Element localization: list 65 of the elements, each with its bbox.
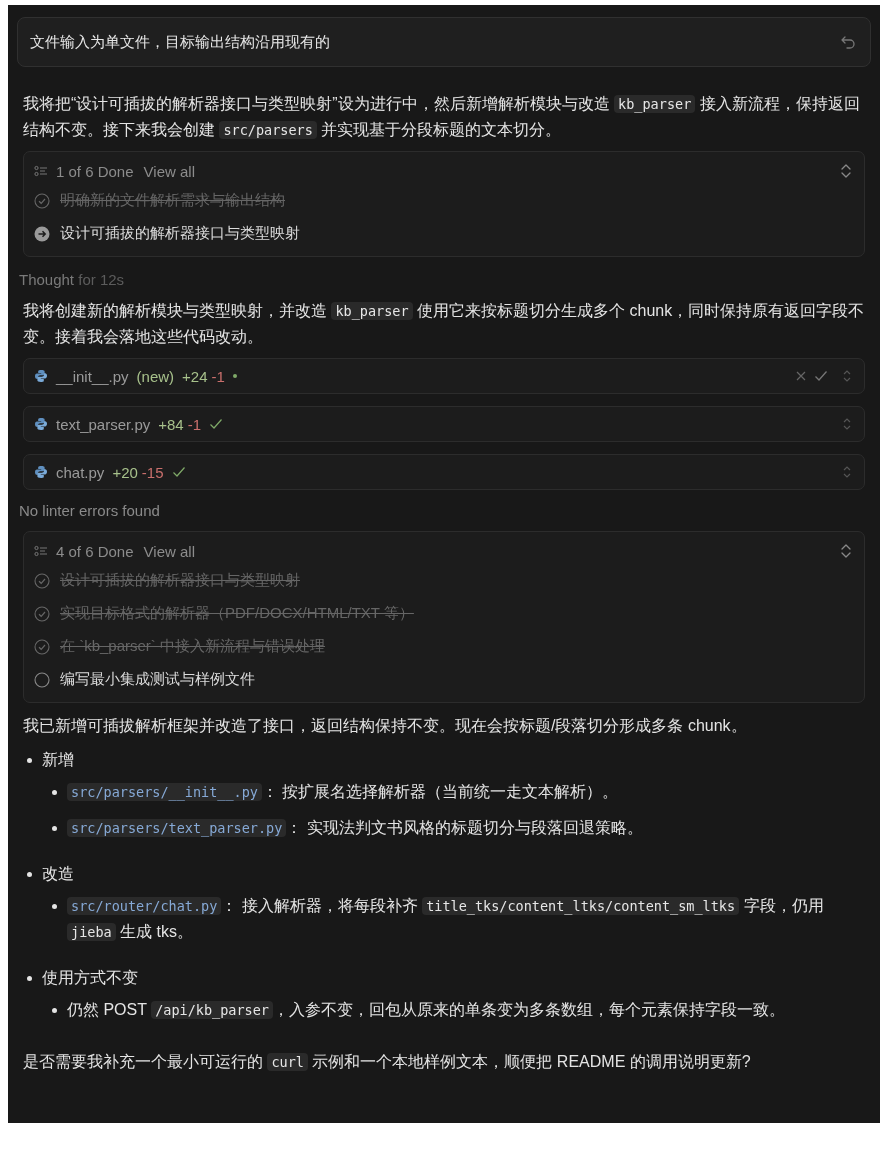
prompt-box[interactable]: 文件输入为单文件，目标输出结构沿用现有的	[17, 17, 871, 68]
file-name: __init__.py	[56, 367, 129, 385]
lines-added: +24	[182, 367, 208, 385]
list-item-text: src/parsers/text_parser.py ： 实现法判文书风格的标题切分与段落回退策略。	[67, 815, 643, 841]
check-circle-icon	[34, 192, 50, 209]
todo-summary: 1 of 6 Done	[56, 162, 134, 180]
bullet-icon	[52, 904, 57, 909]
message-paragraph: 是否需要我补充一个最小可运行的 curl 示例和一个本地样例文本，顺便把 README 的调用说明更新?	[23, 1052, 752, 1074]
list-item-text: 仍然 POST /api/kb_parser ，入参不变，回包从原来的单条变为多条数组，每个元素保持字段一致。	[67, 1000, 785, 1022]
file-name: text_parser.py	[56, 415, 151, 433]
bullet-icon	[52, 826, 57, 831]
list-item-text: src/parsers/__init__.py ： 按扩展名选择解析器（当前统一走文本解析）。	[67, 779, 619, 805]
lines-added: +84	[158, 415, 184, 433]
check-circle-icon	[34, 572, 50, 589]
expand-icon[interactable]	[840, 543, 852, 559]
python-icon	[34, 465, 48, 480]
message-paragraph: 我将把“设计可插拔的解析器接口与类型映射”设为进行中，然后新增解析模块与改造 kb_parser 接入新流程，保持返回结构不变。接下来我会创建 src/parsers 并实现基于分段标题的文本切分。	[23, 94, 861, 142]
list-item-text: 新增	[42, 750, 75, 770]
view-all-link[interactable]: View all	[143, 542, 195, 560]
todo-summary: 4 of 6 Done	[56, 542, 134, 560]
expand-icon[interactable]	[842, 369, 852, 384]
checklist-icon	[34, 165, 48, 178]
thought-duration: for 12s	[78, 271, 125, 289]
todo-item: 编写最小集成测试与样例文件	[60, 670, 255, 689]
empty-circle-icon	[34, 671, 50, 688]
check-circle-icon	[34, 605, 50, 622]
list-item-text: src/router/chat.py ： 接入解析器，将每段补齐 title_tks/content_ltks/content_sm_ltks 字段，仍用 jieba 生成 tks。	[67, 893, 831, 945]
bullet-icon	[52, 790, 57, 795]
expand-icon[interactable]	[842, 465, 852, 480]
bullet-icon	[52, 1008, 57, 1013]
lines-removed: -15	[141, 463, 164, 481]
todo-item: 明确新的文件解析需求与输出结构	[60, 191, 285, 211]
lines-removed: -1	[211, 367, 225, 385]
bullet-icon	[27, 872, 32, 877]
lines-removed: -1	[187, 415, 201, 433]
todo-item: 实现目标格式的解析器（PDF/DOCX/HTML/TXT 等）	[60, 604, 414, 623]
file-change-row[interactable]: __init__.py (new) +24 -1	[23, 358, 865, 395]
message-paragraph: 我已新增可插拔解析框架并改造了接口，返回结构保持不变。现在会按标题/段落切分形成多条 chunk。	[23, 716, 748, 736]
file-name: chat.py	[56, 463, 105, 481]
expand-icon[interactable]	[840, 163, 852, 180]
file-change-row[interactable]: text_parser.py +84 -1	[23, 406, 865, 443]
bullet-icon	[27, 976, 32, 981]
new-file-tag: (new)	[136, 367, 175, 385]
thought-label[interactable]: Thought	[19, 271, 75, 289]
file-change-row[interactable]: chat.py +20 -15	[23, 454, 865, 490]
linter-status: No linter errors found	[19, 502, 161, 519]
python-icon	[34, 417, 48, 432]
reject-icon[interactable]	[796, 371, 806, 382]
view-all-link[interactable]: View all	[143, 162, 195, 180]
checklist-icon	[34, 545, 48, 557]
lines-added: +20	[112, 463, 138, 481]
undo-icon[interactable]	[840, 34, 856, 51]
todo-item: 设计可插拔的解析器接口与类型映射	[60, 571, 300, 590]
python-icon	[34, 369, 48, 384]
todo-item: 设计可插拔的解析器接口与类型映射	[60, 224, 300, 244]
expand-icon[interactable]	[842, 417, 852, 432]
check-circle-icon	[34, 638, 50, 655]
list-item-text: 改造	[42, 864, 75, 884]
list-item-text: 使用方式不变	[42, 968, 139, 988]
bullet-icon	[27, 758, 32, 763]
accept-icon[interactable]	[814, 370, 828, 383]
message-paragraph: 我将创建新的解析模块与类型映射，并改造 kb_parser 使用它来按标题切分生成多个 chunk，同时保持原有返回字段不变。接着我会落地这些代码改动。	[23, 301, 865, 348]
arrow-circle-icon	[34, 225, 50, 242]
prompt-text: 文件输入为单文件，目标输出结构沿用现有的	[30, 32, 330, 52]
todo-item: 在 `kb_parser` 中接入新流程与错误处理	[60, 637, 326, 656]
